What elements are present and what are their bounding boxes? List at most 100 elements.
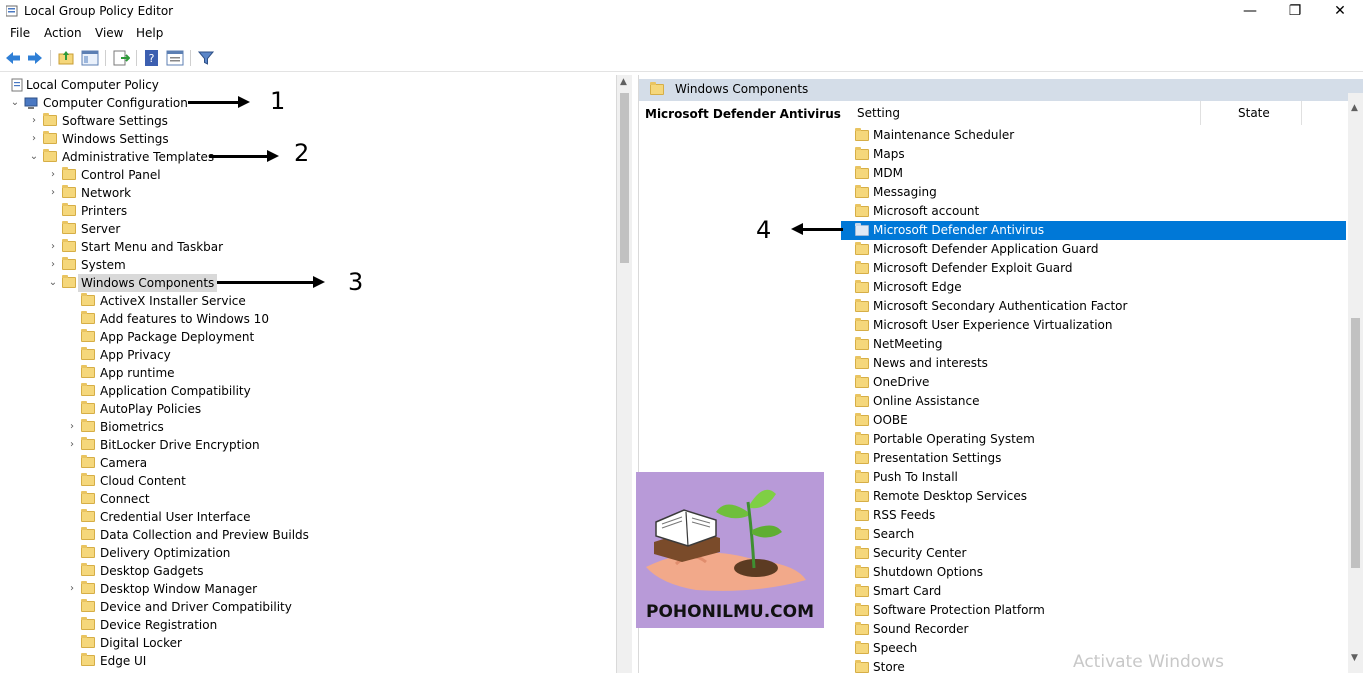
tree-node-label: Printers <box>81 204 128 218</box>
expand-chevron-icon[interactable]: › <box>29 112 39 130</box>
expand-chevron-icon[interactable]: › <box>67 580 77 598</box>
tree-node[interactable]: Local Computer Policy <box>2 76 612 94</box>
collapse-chevron-icon[interactable]: ⌄ <box>29 148 39 166</box>
folder-icon <box>855 280 869 293</box>
tree-node[interactable]: Camera <box>2 454 612 472</box>
tree-node[interactable]: AutoPlay Policies <box>2 400 612 418</box>
tree-node[interactable]: Device and Driver Compatibility <box>2 598 612 616</box>
settings-list-row[interactable]: Presentation Settings <box>841 449 1346 468</box>
folder-icon <box>43 113 57 126</box>
up-folder-icon[interactable] <box>57 49 75 67</box>
tree-node[interactable]: ⌄ Computer Configuration <box>2 94 612 112</box>
list-scrollbar[interactable]: ▲ ▼ <box>1348 93 1363 673</box>
close-button[interactable]: ✕ <box>1317 0 1363 24</box>
collapse-chevron-icon[interactable]: ⌄ <box>48 274 58 292</box>
tree-node[interactable]: › Start Menu and Taskbar <box>2 238 612 256</box>
tree-node[interactable]: Credential User Interface <box>2 508 612 526</box>
tree-node[interactable]: Data Collection and Preview Builds <box>2 526 612 544</box>
tree-node[interactable]: › Desktop Window Manager <box>2 580 612 598</box>
settings-list-row[interactable]: Maps <box>841 145 1346 164</box>
tree-node[interactable]: Server <box>2 220 612 238</box>
settings-list-row[interactable]: Search <box>841 525 1346 544</box>
menu-action[interactable]: Action <box>44 26 82 40</box>
maximize-button[interactable]: ❐ <box>1272 0 1318 24</box>
tree-node[interactable]: ActiveX Installer Service <box>2 292 612 310</box>
tree-node[interactable]: Printers <box>2 202 612 220</box>
collapse-chevron-icon[interactable]: ⌄ <box>10 94 20 112</box>
settings-list-row[interactable]: Sound Recorder <box>841 620 1346 639</box>
settings-list-row[interactable]: Microsoft account <box>841 202 1346 221</box>
help-icon[interactable]: ? <box>143 49 161 67</box>
scroll-up-icon[interactable]: ▲ <box>620 77 627 87</box>
tree-node[interactable]: Edge UI <box>2 652 612 670</box>
expand-chevron-icon[interactable]: › <box>48 184 58 202</box>
tree-node[interactable]: Delivery Optimization <box>2 544 612 562</box>
menu-file[interactable]: File <box>10 26 30 40</box>
tree-node[interactable]: Connect <box>2 490 612 508</box>
settings-list-row[interactable]: Software Protection Platform <box>841 601 1346 620</box>
tree-node[interactable]: Add features to Windows 10 <box>2 310 612 328</box>
tree-node[interactable]: Digital Locker <box>2 634 612 652</box>
expand-chevron-icon[interactable]: › <box>48 166 58 184</box>
console-tree[interactable]: Local Computer Policy ⌄ Computer Configura… <box>2 75 617 673</box>
tree-node[interactable]: App Package Deployment <box>2 328 612 346</box>
column-divider[interactable] <box>1200 101 1201 125</box>
expand-chevron-icon[interactable]: › <box>48 256 58 274</box>
settings-list-row[interactable]: OneDrive <box>841 373 1346 392</box>
tree-node[interactable]: Application Compatibility <box>2 382 612 400</box>
tree-node[interactable]: › System <box>2 256 612 274</box>
back-arrow-icon[interactable] <box>4 49 22 67</box>
scroll-thumb[interactable] <box>620 93 629 263</box>
settings-list-row[interactable]: NetMeeting <box>841 335 1346 354</box>
tree-node[interactable]: › BitLocker Drive Encryption <box>2 436 612 454</box>
tree-node[interactable]: Device Registration <box>2 616 612 634</box>
filter-icon[interactable] <box>197 49 215 67</box>
column-divider[interactable] <box>1301 101 1302 125</box>
settings-list-row[interactable]: RSS Feeds <box>841 506 1346 525</box>
settings-list-row[interactable]: Maintenance Scheduler <box>841 126 1346 145</box>
expand-chevron-icon[interactable]: › <box>67 418 77 436</box>
expand-chevron-icon[interactable]: › <box>29 130 39 148</box>
tree-node[interactable]: App Privacy <box>2 346 612 364</box>
settings-list-row[interactable]: Microsoft User Experience Virtualization <box>841 316 1346 335</box>
settings-list-row[interactable]: Portable Operating System <box>841 430 1346 449</box>
settings-list-row[interactable]: Security Center <box>841 544 1346 563</box>
settings-list-row[interactable]: OOBE <box>841 411 1346 430</box>
expand-chevron-icon[interactable]: › <box>48 238 58 256</box>
tree-scrollbar[interactable]: ▲ <box>617 75 632 673</box>
settings-list-row[interactable]: Smart Card <box>841 582 1346 601</box>
settings-list[interactable]: Setting State Maintenance Scheduler Maps M… <box>841 93 1346 673</box>
settings-list-row[interactable]: Microsoft Defender Application Guard <box>841 240 1346 259</box>
settings-list-row[interactable]: Push To Install <box>841 468 1346 487</box>
settings-list-row[interactable]: Microsoft Defender Antivirus <box>841 221 1346 240</box>
menu-view[interactable]: View <box>95 26 123 40</box>
settings-list-row[interactable]: Microsoft Edge <box>841 278 1346 297</box>
properties-icon[interactable] <box>166 49 184 67</box>
tree-node[interactable]: Desktop Gadgets <box>2 562 612 580</box>
tree-node[interactable]: › Network <box>2 184 612 202</box>
tree-node[interactable]: › Software Settings <box>2 112 612 130</box>
settings-list-row[interactable]: Microsoft Secondary Authentication Facto… <box>841 297 1346 316</box>
tree-node[interactable]: App runtime <box>2 364 612 382</box>
minimize-button[interactable]: — <box>1227 0 1273 24</box>
settings-list-row[interactable]: MDM <box>841 164 1346 183</box>
folder-icon <box>81 581 95 594</box>
tree-node[interactable]: Cloud Content <box>2 472 612 490</box>
menu-help[interactable]: Help <box>136 26 163 40</box>
expand-chevron-icon[interactable]: › <box>67 436 77 454</box>
scroll-down-icon[interactable]: ▼ <box>1351 653 1358 663</box>
settings-list-row[interactable]: Online Assistance <box>841 392 1346 411</box>
settings-list-row[interactable]: News and interests <box>841 354 1346 373</box>
tree-node[interactable]: › Control Panel <box>2 166 612 184</box>
scroll-thumb[interactable] <box>1351 318 1360 568</box>
forward-arrow-icon[interactable] <box>26 49 44 67</box>
settings-list-row[interactable]: Microsoft Defender Exploit Guard <box>841 259 1346 278</box>
scroll-up-icon[interactable]: ▲ <box>1351 103 1358 113</box>
settings-list-row[interactable]: Shutdown Options <box>841 563 1346 582</box>
settings-list-row[interactable]: Messaging <box>841 183 1346 202</box>
show-hide-tree-icon[interactable] <box>81 49 99 67</box>
settings-list-row[interactable]: Remote Desktop Services <box>841 487 1346 506</box>
export-list-icon[interactable] <box>112 49 130 67</box>
tree-node[interactable]: › Biometrics <box>2 418 612 436</box>
